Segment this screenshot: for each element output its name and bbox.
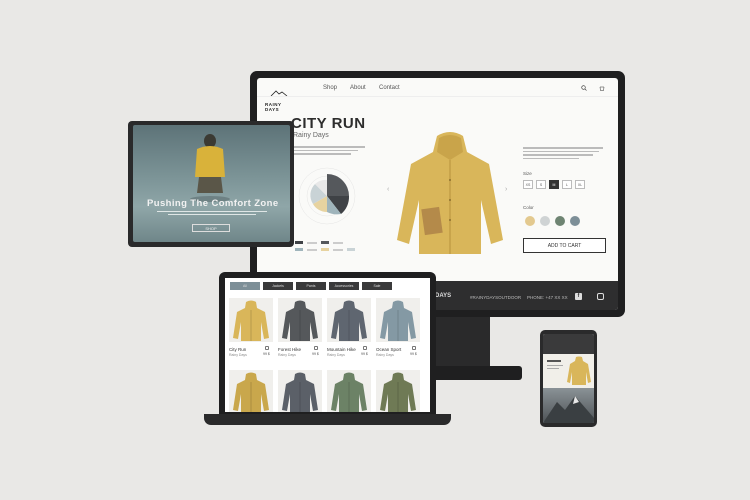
wishlist-icon[interactable] (363, 346, 367, 350)
product-card[interactable]: Ocean Sport Rainy Days 99 $ (376, 298, 420, 357)
jacket-icon (282, 300, 318, 341)
laptop-screen: All Jackets Pants Accessories Sale City … (225, 278, 430, 412)
size-xs[interactable]: XS (523, 180, 533, 189)
product-card[interactable] (376, 370, 420, 412)
product-price: 99 $ (312, 352, 319, 356)
facebook-icon[interactable]: f (575, 293, 582, 300)
swatch-blue[interactable] (570, 216, 580, 226)
product-image[interactable] (376, 298, 420, 342)
hero-description (157, 211, 267, 216)
product-image[interactable] (376, 370, 420, 412)
next-image-arrow-icon[interactable]: › (505, 186, 507, 193)
nav-shop[interactable]: Shop (323, 85, 337, 91)
product-image[interactable] (229, 370, 273, 412)
product-card[interactable] (278, 370, 322, 412)
size-l[interactable]: L (562, 180, 572, 189)
product-card[interactable]: Mountain Hike Rainy Days 99 $ (327, 298, 371, 357)
product-image[interactable] (278, 298, 322, 342)
size-selector: XS S M L XL (523, 180, 585, 189)
laptop-base (204, 414, 451, 425)
product-price: 99 $ (263, 352, 270, 356)
jacket-icon (331, 300, 367, 341)
hero-shop-button[interactable]: SHOP (192, 224, 230, 232)
jacket-icon (331, 372, 367, 412)
swatch-sand[interactable] (525, 216, 535, 226)
footer-brand: DAYS (435, 293, 452, 299)
product-image[interactable] (229, 298, 273, 342)
wishlist-icon[interactable] (412, 346, 416, 350)
product-card[interactable]: Forest Hike Rainy Days 99 $ (278, 298, 322, 357)
wishlist-icon[interactable] (265, 346, 269, 350)
tab-accessories[interactable]: Accessories (329, 282, 359, 290)
instagram-icon[interactable] (597, 293, 604, 300)
phone-header (543, 334, 594, 354)
size-label: Size (523, 171, 532, 176)
header-divider (257, 96, 618, 97)
nav-contact[interactable]: Contact (379, 85, 400, 91)
prev-image-arrow-icon[interactable]: ‹ (387, 186, 389, 193)
nav-about[interactable]: About (350, 85, 366, 91)
jacket-icon (233, 372, 269, 412)
tab-jackets[interactable]: Jackets (263, 282, 293, 290)
hero-title: Pushing The Comfort Zone (147, 198, 279, 209)
jacket-icon (282, 372, 318, 412)
brand-logo[interactable]: RAINY DAYS (265, 83, 295, 112)
phone-screen (543, 334, 594, 423)
product-card[interactable] (229, 370, 273, 412)
jacket-icon (380, 300, 416, 341)
jacket-icon (233, 300, 269, 341)
product-image[interactable] (327, 370, 371, 412)
chart-legend (295, 241, 375, 251)
size-xl[interactable]: XL (575, 180, 585, 189)
product-image[interactable] (278, 370, 322, 412)
color-swatches (525, 216, 580, 226)
swatch-green[interactable] (555, 216, 565, 226)
mountain-image (543, 396, 594, 423)
product-brand: Rainy Days (293, 132, 329, 139)
tab-pants[interactable]: Pants (296, 282, 326, 290)
phone-mountain-banner (543, 388, 594, 423)
footer-hashtag[interactable]: #RAINYDAYSOUTDOOR (470, 295, 521, 300)
wishlist-icon[interactable] (314, 346, 318, 350)
brand-name: RAINY DAYS (265, 102, 282, 112)
search-icon[interactable] (581, 85, 587, 91)
cart-icon[interactable] (599, 85, 605, 91)
tablet-screen: Pushing The Comfort Zone SHOP (133, 125, 290, 242)
product-title: CITY RUN (291, 115, 366, 132)
monitor-stand-neck (430, 317, 490, 369)
add-to-cart-button[interactable]: ADD TO CART (523, 238, 606, 253)
phone-jacket-image (567, 356, 591, 385)
hero-person-image (190, 134, 230, 202)
product-description (293, 146, 365, 155)
filter-tabs: All Jackets Pants Accessories Sale (230, 282, 392, 290)
tab-all[interactable]: All (230, 282, 260, 290)
product-card[interactable] (327, 370, 371, 412)
product-image[interactable] (327, 298, 371, 342)
footer-phone: PHONE: +47 XX XX (527, 295, 568, 300)
product-price: 99 $ (410, 352, 417, 356)
product-details-text (523, 147, 603, 159)
phone-product-section (543, 354, 594, 388)
swatch-grey[interactable] (540, 216, 550, 226)
size-m[interactable]: M (549, 180, 559, 189)
color-label: Color (523, 205, 534, 210)
jacket-icon (380, 372, 416, 412)
size-s[interactable]: S (536, 180, 546, 189)
product-price: 99 $ (361, 352, 368, 356)
weather-radial-chart (298, 167, 356, 225)
product-jacket-image (397, 132, 503, 254)
tab-sale[interactable]: Sale (362, 282, 392, 290)
product-card[interactable]: City Run Rainy Days 99 $ (229, 298, 273, 357)
